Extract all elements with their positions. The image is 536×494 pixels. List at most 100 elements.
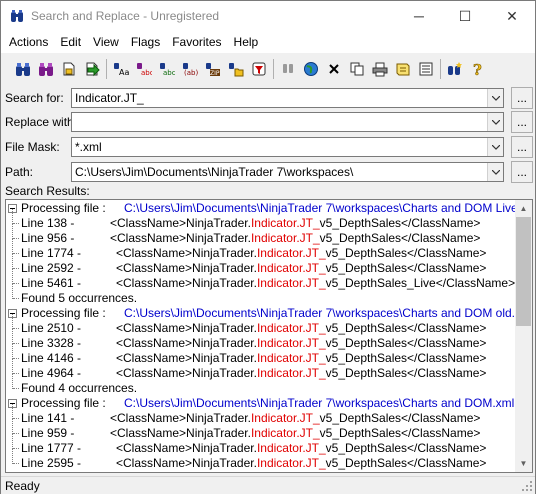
chevron-down-icon[interactable] — [487, 113, 503, 131]
minimize-button[interactable]: ─ — [396, 1, 442, 31]
menu-edit[interactable]: Edit — [54, 35, 87, 49]
menu-favorites[interactable]: Favorites — [166, 35, 227, 49]
line-number: Line 141 - — [21, 411, 75, 425]
line-number: Line 138 - — [21, 216, 75, 230]
undo-icon[interactable] — [276, 57, 299, 81]
match-text: <ClassName>NinjaTrader.Indicator.JT_v5_D… — [110, 426, 480, 441]
svg-text:Aa: Aa — [119, 68, 129, 77]
match-hit: Indicator.JT_ — [250, 426, 320, 440]
file-mask-value[interactable]: *.xml — [75, 140, 102, 154]
svg-text:ZIP: ZIP — [210, 70, 220, 77]
search-for-row: Search for: Indicator.JT_ ... — [1, 87, 535, 109]
case-sensitive-icon[interactable]: Aa — [109, 57, 132, 81]
results-list: Processing file : C:\Users\Jim\Documents… — [6, 200, 517, 472]
path-browse-button[interactable]: ... — [511, 161, 533, 183]
regex-abc-icon[interactable]: abc — [155, 57, 178, 81]
match-pre: <ClassName>NinjaTrader. — [110, 426, 251, 440]
tree-branch — [13, 373, 19, 374]
tree-branch — [13, 298, 19, 299]
menu-flags[interactable]: Flags — [125, 35, 166, 49]
vertical-scrollbar[interactable]: ▲ ▼ — [515, 200, 532, 472]
notes-icon[interactable] — [391, 57, 414, 81]
line-number: Line 5461 - — [21, 276, 82, 290]
match-pre: <ClassName>NinjaTrader. — [116, 336, 257, 350]
search-for-value[interactable]: Indicator.JT_ — [75, 91, 144, 105]
subfolder-icon[interactable] — [224, 57, 247, 81]
replace-with-label: Replace with: — [5, 115, 78, 129]
print-icon[interactable] — [368, 57, 391, 81]
status-text: Ready — [5, 479, 40, 493]
search-results-tree[interactable]: Processing file : C:\Users\Jim\Documents… — [5, 199, 533, 473]
match-text: <ClassName>NinjaTrader.Indicator.JT_v5_D… — [116, 441, 486, 456]
chevron-down-icon[interactable] — [487, 89, 503, 107]
maximize-button[interactable]: ☐ — [442, 1, 488, 31]
line-number: Line 956 - — [21, 231, 75, 245]
zip-icon[interactable]: ZIP — [201, 57, 224, 81]
line-number: Line 2595 - — [21, 456, 82, 470]
tree-branch — [13, 433, 19, 434]
match-pre: <ClassName>NinjaTrader. — [116, 456, 257, 470]
close-button[interactable]: ✕ — [489, 1, 535, 31]
file-mask-combo[interactable]: *.xml — [71, 137, 504, 157]
chevron-down-icon[interactable] — [487, 138, 503, 156]
file-mask-browse-button[interactable]: ... — [511, 136, 533, 158]
line-number: Line 2592 - — [21, 261, 82, 275]
match-post: v5_DepthSales</ClassName> — [319, 216, 481, 230]
favorites-icon[interactable] — [443, 57, 466, 81]
menu-view[interactable]: View — [87, 35, 125, 49]
match-hit: Indicator.JT_ — [256, 456, 326, 470]
scroll-up-icon[interactable]: ▲ — [515, 200, 532, 217]
replace-go-icon[interactable] — [80, 57, 103, 81]
search-results-label: Search Results: — [5, 184, 90, 198]
tree-line — [12, 314, 13, 329]
search-for-browse-button[interactable]: ... — [511, 87, 533, 109]
globe-icon[interactable] — [299, 57, 322, 81]
status-bar: Ready — [1, 476, 535, 494]
resize-grip-icon[interactable] — [521, 480, 533, 492]
scroll-down-icon[interactable]: ▼ — [515, 455, 532, 472]
chevron-down-icon[interactable] — [487, 163, 503, 181]
scrollbar-thumb[interactable] — [516, 217, 531, 326]
delete-icon[interactable] — [322, 57, 345, 81]
match-text: <ClassName>NinjaTrader.Indicator.JT_v5_D… — [116, 321, 486, 336]
file-mask-row: File Mask: *.xml ... — [1, 136, 535, 158]
open-file-icon[interactable] — [57, 57, 80, 81]
path-combo[interactable]: C:\Users\Jim\Documents\NinjaTrader 7\wor… — [71, 162, 504, 182]
copy-icon[interactable] — [345, 57, 368, 81]
menu-actions[interactable]: Actions — [3, 35, 54, 49]
find-icon[interactable] — [11, 57, 34, 81]
binary-icon[interactable]: (ab) — [178, 57, 201, 81]
file-prefix: Processing file : — [21, 201, 106, 215]
replace-with-row: Replace with: ... — [1, 111, 535, 133]
replace-with-combo[interactable] — [71, 112, 504, 132]
match-pre: <ClassName>NinjaTrader. — [110, 216, 251, 230]
file-path: C:\Users\Jim\Documents\NinjaTrader 7\wor… — [124, 306, 517, 320]
title-bar[interactable]: Search and Replace - Unregistered ─ ☐ ✕ — [1, 1, 535, 31]
tree-branch — [13, 328, 19, 329]
match-post: v5_DepthSales</ClassName> — [325, 351, 487, 365]
match-post: v5_DepthSales</ClassName> — [325, 456, 487, 470]
search-for-combo[interactable]: Indicator.JT_ — [71, 88, 504, 108]
match-hit: Indicator.JT_ — [256, 351, 326, 365]
menu-help[interactable]: Help — [228, 35, 265, 49]
help-icon[interactable]: ? — [466, 57, 489, 81]
path-value[interactable]: C:\Users\Jim\Documents\NinjaTrader 7\wor… — [75, 165, 353, 179]
find-files-icon[interactable] — [34, 57, 57, 81]
match-hit: Indicator.JT_ — [256, 276, 326, 290]
path-row: Path: C:\Users\Jim\Documents\NinjaTrader… — [1, 161, 535, 183]
match-text: <ClassName>NinjaTrader.Indicator.JT_v5_D… — [116, 246, 486, 261]
tree-line — [12, 449, 13, 464]
line-number: Line 959 - — [21, 426, 75, 440]
whole-word-icon[interactable]: abc — [132, 57, 155, 81]
tree-line — [12, 224, 13, 239]
match-post: v5_DepthSales</ClassName> — [325, 336, 487, 350]
match-post: v5_DepthSales</ClassName> — [325, 441, 487, 455]
file-mask-label: File Mask: — [5, 140, 60, 154]
match-post: v5_DepthSales</ClassName> — [319, 231, 481, 245]
filter-icon[interactable] — [247, 57, 270, 81]
match-post: v5_DepthSales</ClassName> — [325, 246, 487, 260]
replace-with-browse-button[interactable]: ... — [511, 111, 533, 133]
match-text: <ClassName>NinjaTrader.Indicator.JT_v5_D… — [116, 276, 515, 291]
tree-line — [12, 344, 13, 359]
list-icon[interactable] — [414, 57, 437, 81]
